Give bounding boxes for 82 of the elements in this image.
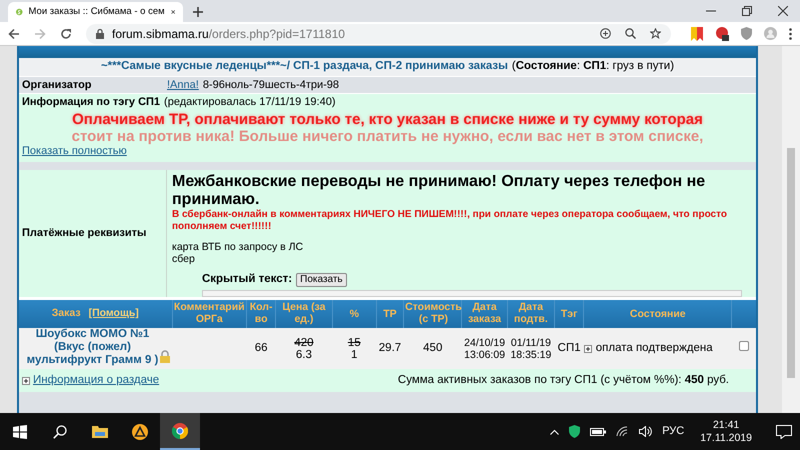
close-icon[interactable]: [170, 8, 175, 16]
chevron-up-icon[interactable]: [550, 428, 560, 434]
payment-heading: Межбанковские переводы не принимаю! Оплату через телефон не принимаю.: [172, 173, 706, 209]
organizer-label: Организатор: [22, 78, 92, 91]
column-header: Тэг: [560, 308, 578, 320]
column-header: Дата подтв.: [513, 300, 549, 325]
padlock-icon: [159, 350, 172, 364]
hidden-text-label: Скрытый текст:: [202, 272, 292, 287]
new-tab-icon[interactable]: [193, 7, 203, 17]
battery-icon[interactable]: [590, 428, 606, 436]
help-link[interactable]: [Помощь]: [88, 306, 139, 322]
clock-time: 21:41: [712, 418, 740, 432]
reload-icon[interactable]: [60, 28, 72, 40]
payment-line: карта ВТБ по запросу в ЛС: [172, 241, 304, 253]
restore-icon[interactable]: [742, 6, 752, 16]
table-cell: 15: [348, 336, 361, 349]
close-icon[interactable]: [778, 6, 788, 16]
column-header: ТР: [383, 308, 397, 320]
table-cell: 1: [351, 348, 358, 361]
windows-icon[interactable]: [13, 424, 27, 438]
info-link[interactable]: Информация о раздаче: [33, 372, 160, 390]
table-cell: 29.7: [378, 342, 402, 354]
total-text: Сумма активных заказов по тэгу СП1 (с учётом %%): 450 руб.: [398, 373, 729, 388]
expand-icon[interactable]: [22, 376, 30, 385]
table-cell: СП1: [558, 342, 581, 354]
shield-icon[interactable]: [569, 425, 580, 438]
column-header: Кол-во: [248, 300, 274, 325]
address-bar[interactable]: forum.sibmama.ru/orders.php?pid=1711810: [86, 24, 671, 44]
zoom-icon[interactable]: [625, 28, 636, 39]
column-header: Дата заказа: [467, 300, 502, 325]
wifi-icon[interactable]: [616, 426, 630, 437]
group-status: (Состояние: СП1: груз в пути): [512, 59, 674, 74]
tab-title: Мои заказы :: Сибмама - о сем: [28, 4, 165, 19]
browser-tab[interactable]: Мои заказы :: Сибмама - о сем: [8, 2, 183, 22]
payment-label: Платёжные реквизиты: [22, 226, 146, 242]
triangle-app-icon[interactable]: [132, 424, 148, 440]
table-cell: 01/11/19: [510, 336, 551, 349]
column-header: Стоимость (с ТР): [405, 300, 462, 325]
status-text: оплата подтверждена: [596, 341, 713, 356]
payment-warning: В сбербанк-онлайн в комментариях НИЧЕГО НЕ ПИШЕМ!!!!, при оплате через оператора сообщаем, что просто пополняем счет!!!!!!: [172, 209, 728, 233]
table-cell: 450: [423, 342, 442, 354]
column-header: Состояние: [630, 308, 686, 320]
star-icon[interactable]: [650, 28, 661, 39]
column-header: %: [350, 308, 359, 320]
site-icon: [16, 6, 23, 18]
column-header: Заказ: [52, 306, 81, 322]
order-item-link[interactable]: Шоубокс МОМО №1 (Вкус (пожел) мультифрукт Грамм 9 ): [21, 328, 170, 367]
menu-icon[interactable]: [789, 28, 792, 40]
expand-icon[interactable]: [584, 344, 592, 353]
table-cell: 420: [294, 336, 314, 349]
back-icon[interactable]: [8, 28, 20, 40]
search-icon[interactable]: [53, 424, 67, 438]
show-button[interactable]: Показать: [296, 272, 347, 287]
notice-text: стоит на против ника! Больше ничего платить не нужно, если вас нет в этом списке,: [72, 128, 704, 145]
tag-info-label: Информация по тэгу СП1: [22, 95, 160, 110]
add-icon[interactable]: [600, 28, 611, 39]
organizer-link[interactable]: !Anna!: [167, 76, 199, 94]
url-text: forum.sibmama.ru/orders.php?pid=1711810: [112, 26, 345, 42]
payment-line: сбер: [172, 253, 196, 265]
folder-icon[interactable]: [92, 425, 108, 438]
column-header: Комментарий ОРГа: [174, 300, 246, 325]
clock-date: 17.11.2019: [700, 432, 752, 444]
table-cell: 18:35:19: [510, 348, 552, 361]
notice-text: Оплачиваем ТР, оплачивают только те, кто указан в списке ниже и ту сумму которая: [72, 111, 703, 128]
notification-icon[interactable]: [776, 424, 792, 438]
lock-icon: [96, 28, 104, 38]
edited-note: (редактировалась 17/11/19 19:40): [164, 95, 336, 110]
group-title[interactable]: ~***Самые вкусные леденцы***~/ СП-1 раздача, СП-2 принимаю заказы: [100, 58, 508, 76]
bookmark-icon[interactable]: [691, 26, 703, 40]
taskbar-item[interactable]: [160, 413, 200, 450]
chrome-icon: [172, 422, 188, 438]
speaker-icon[interactable]: [639, 426, 652, 437]
show-more-link[interactable]: Показать полностью: [22, 145, 127, 158]
language-indicator[interactable]: РУС: [662, 423, 684, 440]
column-header: Цена (за ед.): [281, 300, 326, 325]
table-cell: 66: [254, 342, 268, 354]
extension-icon[interactable]: [715, 26, 729, 40]
row-checkbox[interactable]: [738, 341, 749, 351]
table-cell: 24/10/19: [464, 336, 506, 349]
table-cell: 13:06:09: [464, 348, 506, 361]
table-cell: 6.3: [296, 348, 312, 361]
organizer-phone: 8-96ноль-79шесть-4три-98: [202, 78, 340, 93]
